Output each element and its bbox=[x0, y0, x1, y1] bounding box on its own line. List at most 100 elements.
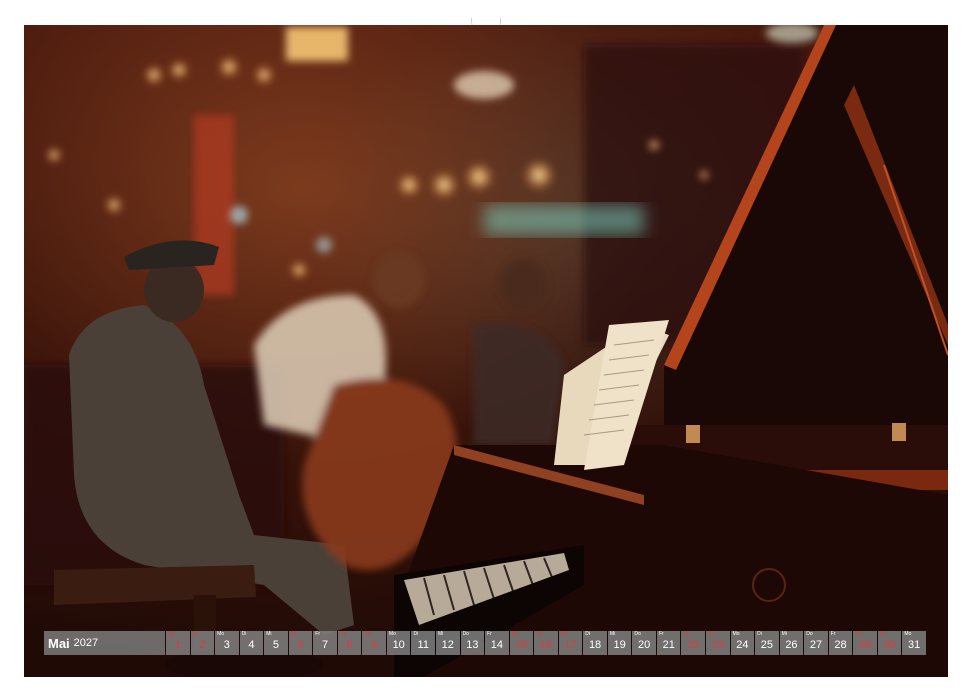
calendar-day: Mo 10 bbox=[386, 631, 411, 655]
calendar-day: Fr 14 bbox=[485, 631, 509, 655]
day-number: 31 bbox=[908, 639, 921, 651]
day-number: 16 bbox=[539, 639, 553, 651]
day-number: 29 bbox=[858, 639, 872, 651]
month-label-cell: Mai 2027 bbox=[44, 631, 165, 655]
calendar-day: Do 13 bbox=[460, 631, 485, 655]
photo-illustration bbox=[24, 25, 948, 677]
calendar-page: Mai 2027 Sa 1 So 2 Mo 3 Di 4 Mi 5 Do 6 Fr 7 Sa 8 So 9 Mo 10… bbox=[0, 0, 971, 700]
calendar-day: Do 27 bbox=[804, 631, 828, 655]
calendar-day: Fr 28 bbox=[828, 631, 853, 655]
month-name: Mai bbox=[48, 635, 70, 651]
weekday-label: Do bbox=[634, 631, 641, 637]
weekday-label: Sa bbox=[511, 631, 518, 637]
weekday-label: Mi bbox=[781, 631, 787, 637]
day-number: 30 bbox=[883, 639, 896, 651]
day-number: 6 bbox=[297, 639, 304, 651]
calendar-day: Di 18 bbox=[583, 631, 607, 655]
weekday-label: So bbox=[879, 631, 886, 637]
day-number: 20 bbox=[638, 639, 651, 651]
weekday-label: Sa bbox=[168, 631, 175, 637]
day-number: 25 bbox=[760, 639, 774, 651]
weekday-label: So bbox=[364, 631, 371, 637]
weekday-label: Sa bbox=[683, 631, 690, 637]
calendar-day: Fr 7 bbox=[313, 631, 337, 655]
weekday-label: Mi bbox=[609, 631, 616, 637]
calendar-day: Fr 21 bbox=[656, 631, 681, 655]
weekday-label: Fr bbox=[315, 631, 321, 637]
calendar-day: So 23 bbox=[706, 631, 730, 655]
day-number: 17 bbox=[564, 639, 577, 651]
weekday-label: Do bbox=[462, 631, 469, 637]
day-number: 21 bbox=[662, 639, 675, 651]
day-number: 12 bbox=[441, 639, 454, 651]
weekday-label: Mi bbox=[266, 631, 272, 637]
weekday-label: Sa bbox=[339, 631, 346, 637]
weekday-label: Do bbox=[290, 631, 298, 637]
day-number: 8 bbox=[346, 639, 353, 651]
calendar-day: So 16 bbox=[534, 631, 558, 655]
weekday-label: Do bbox=[806, 631, 813, 637]
calendar-day: Mi 26 bbox=[779, 631, 804, 655]
day-number: 11 bbox=[417, 639, 429, 651]
day-number: 9 bbox=[371, 639, 378, 651]
weekday-label: Di bbox=[413, 631, 419, 637]
day-number: 26 bbox=[785, 639, 798, 651]
weekday-label: Di bbox=[241, 631, 247, 637]
day-number: 13 bbox=[466, 639, 479, 651]
weekday-label: So bbox=[192, 631, 199, 637]
calendar-day: Mo 24 bbox=[730, 631, 755, 655]
calendar-day: Mi 12 bbox=[436, 631, 460, 655]
day-number: 27 bbox=[809, 639, 823, 651]
day-number: 22 bbox=[687, 639, 700, 651]
calendar-day: Mi 19 bbox=[607, 631, 632, 655]
day-number: 4 bbox=[248, 639, 255, 651]
weekday-label: Mo bbox=[904, 631, 912, 637]
jazz-bar-photo bbox=[24, 25, 948, 677]
weekday-label: Di bbox=[585, 631, 591, 637]
calendar-day: Di 4 bbox=[239, 631, 264, 655]
calendar-day: Mi 5 bbox=[264, 631, 288, 655]
weekday-label: Sa bbox=[855, 631, 862, 637]
weekday-label: Mo bbox=[388, 631, 396, 637]
weekday-label: Mo bbox=[732, 631, 740, 637]
weekday-label: So bbox=[708, 631, 715, 637]
calendar-day: Sa 29 bbox=[853, 631, 877, 655]
weekday-label: So bbox=[536, 631, 543, 637]
day-number: 18 bbox=[588, 639, 602, 651]
day-number: 1 bbox=[174, 639, 181, 651]
calendar-day: So 30 bbox=[877, 631, 902, 655]
weekday-label: Mo bbox=[217, 631, 225, 637]
weekday-label: Fr bbox=[658, 631, 664, 637]
calendar-day: Sa 1 bbox=[166, 631, 190, 655]
day-number: 14 bbox=[490, 639, 503, 651]
day-number: 10 bbox=[392, 639, 405, 651]
day-number: 19 bbox=[613, 639, 626, 651]
calendar-day: Do 20 bbox=[632, 631, 656, 655]
calendar-day: So 9 bbox=[362, 631, 386, 655]
calendar-day: Di 11 bbox=[411, 631, 436, 655]
day-number: 7 bbox=[321, 639, 329, 651]
weekday-label: Mi bbox=[438, 631, 444, 637]
day-number: 2 bbox=[199, 639, 206, 651]
weekday-label: Fr bbox=[830, 631, 836, 637]
day-number: 23 bbox=[711, 639, 724, 651]
calendar-day: Mo 31 bbox=[902, 631, 926, 655]
calendar-day: Sa 8 bbox=[337, 631, 362, 655]
weekday-label: Fr bbox=[487, 631, 492, 637]
calendar-day: Mo 17 bbox=[558, 631, 583, 655]
calendar-day: Sa 22 bbox=[681, 631, 706, 655]
calendar-day: Do 6 bbox=[288, 631, 313, 655]
calendar-day: Sa 15 bbox=[509, 631, 534, 655]
day-number: 5 bbox=[272, 639, 280, 651]
weekday-label: Mo bbox=[560, 631, 568, 637]
day-number: 15 bbox=[515, 639, 528, 651]
calendar-day: So 2 bbox=[190, 631, 215, 655]
calendar-day: Di 25 bbox=[755, 631, 779, 655]
day-number: 3 bbox=[223, 639, 230, 651]
day-number: 28 bbox=[834, 639, 847, 651]
weekday-label: Di bbox=[757, 631, 762, 637]
calendar-strip: Mai 2027 Sa 1 So 2 Mo 3 Di 4 Mi 5 Do 6 Fr 7 Sa 8 So 9 Mo 10… bbox=[44, 631, 926, 655]
year: 2027 bbox=[73, 637, 99, 649]
day-number: 24 bbox=[736, 639, 749, 651]
calendar-day: Mo 3 bbox=[215, 631, 239, 655]
